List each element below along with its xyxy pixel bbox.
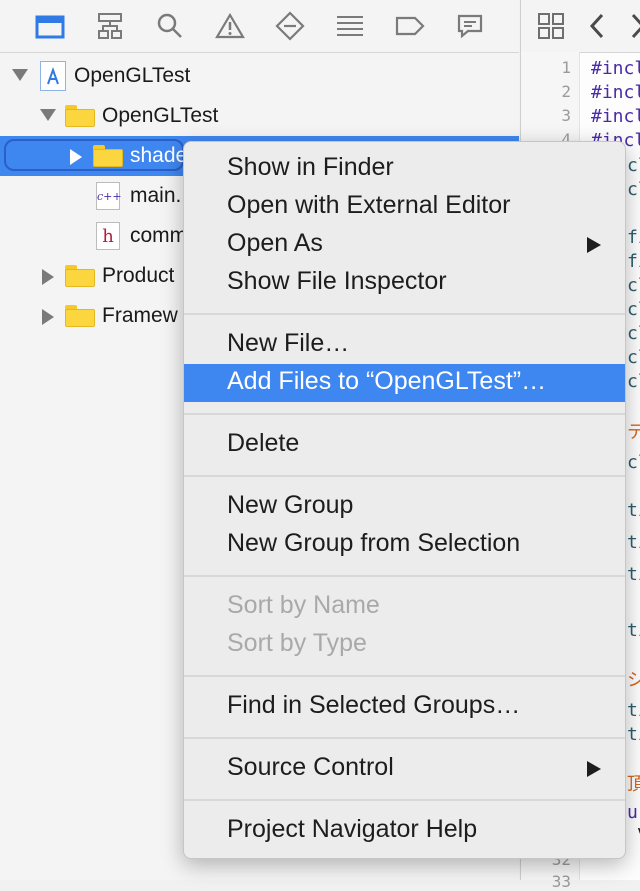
tree-row-group[interactable]: OpenGLTest: [0, 96, 519, 136]
menu-item-label: New Group: [227, 491, 354, 519]
list-icon[interactable]: [330, 6, 370, 46]
xcode-project-icon: [40, 61, 66, 91]
menu-item-open-as[interactable]: Open As: [184, 226, 625, 264]
folder-icon: [65, 305, 95, 327]
tree-row-project[interactable]: OpenGLTest: [0, 56, 519, 96]
line-number: 3: [561, 106, 571, 125]
menu-item-add-files[interactable]: Add Files to “OpenGLTest”…: [184, 364, 625, 402]
submenu-arrow-icon: [587, 761, 601, 777]
menu-separator: [184, 737, 625, 739]
code-text: cl: [627, 275, 640, 296]
code-text: cl: [627, 452, 640, 473]
folder-icon: [65, 105, 95, 127]
navigator-toolbar: [0, 0, 519, 53]
menu-item-delete[interactable]: Delete: [184, 426, 625, 464]
menu-separator: [184, 313, 625, 315]
code-text: cl: [627, 371, 640, 392]
editor-toolbar: [521, 0, 640, 53]
submenu-arrow-icon: [587, 237, 601, 253]
menu-separator: [184, 799, 625, 801]
menu-item-label: Open with External Editor: [227, 191, 511, 219]
code-text: cl: [627, 347, 640, 368]
menu-item-show-file-inspector[interactable]: Show File Inspector: [184, 264, 625, 302]
menu-item-sort-by-name: Sort by Name: [184, 588, 625, 626]
diamond-icon[interactable]: [270, 6, 310, 46]
code-comment: シ: [627, 670, 640, 691]
menu-item-label: Show File Inspector: [227, 267, 447, 295]
menu-separator: [184, 675, 625, 677]
menu-item-source-control[interactable]: Source Control: [184, 750, 625, 788]
menu-item-label: Show in Finder: [227, 153, 394, 181]
menu-item-label: Sort by Type: [227, 629, 367, 657]
line-number: 1: [561, 58, 571, 77]
code-text: cl: [627, 323, 640, 344]
code-text: #incl: [591, 82, 640, 103]
code-text: fi: [627, 227, 640, 248]
tree-row-label: comm: [130, 224, 188, 247]
menu-item-label: Delete: [227, 429, 300, 457]
tree-row-label: OpenGLTest: [74, 64, 191, 87]
disclosure-triangle-icon[interactable]: [40, 109, 56, 121]
code-text: ti: [627, 500, 640, 521]
menu-item-find-in-groups[interactable]: Find in Selected Groups…: [184, 688, 625, 726]
code-text: ti: [627, 620, 640, 641]
warning-icon[interactable]: [210, 6, 250, 46]
tree-row-label: main.: [130, 184, 182, 207]
code-comment: 頂: [627, 774, 640, 795]
forward-arrow-icon[interactable]: [631, 12, 640, 45]
tree-row-label: Product: [102, 264, 175, 287]
menu-separator: [184, 475, 625, 477]
menu-item-label: Project Navigator Help: [227, 815, 478, 843]
line-number: 2: [561, 82, 571, 101]
menu-item-navigator-help[interactable]: Project Navigator Help: [184, 812, 625, 850]
tag-icon[interactable]: [390, 6, 430, 46]
menu-item-label: Add Files to “OpenGLTest”…: [227, 367, 547, 395]
code-text: cl: [627, 155, 640, 176]
search-icon[interactable]: [150, 6, 190, 46]
menu-item-label: New Group from Selection: [227, 529, 521, 557]
header-file-icon: h: [96, 222, 120, 250]
tree-row-label: OpenGLTest: [102, 104, 219, 127]
code-text: ti: [627, 532, 640, 553]
code-text: ti: [627, 724, 640, 745]
line-number: 33: [551, 872, 571, 891]
menu-item-label: Source Control: [227, 753, 394, 781]
menu-item-label: New File…: [227, 329, 350, 357]
menu-item-new-group-from-selection[interactable]: New Group from Selection: [184, 526, 625, 564]
code-text: ti: [627, 700, 640, 721]
menu-separator: [184, 575, 625, 577]
code-text: #incl: [591, 58, 640, 79]
context-menu: Show in Finder Open with External Editor…: [183, 141, 626, 859]
menu-separator: [184, 413, 625, 415]
folder-icon: [65, 265, 95, 287]
menu-item-open-external-editor[interactable]: Open with External Editor: [184, 188, 625, 226]
disclosure-triangle-icon[interactable]: [42, 269, 54, 285]
disclosure-triangle-icon[interactable]: [12, 69, 28, 81]
tree-row-label: shade: [130, 144, 188, 167]
menu-item-label: Find in Selected Groups…: [227, 691, 521, 719]
menu-item-sort-by-type: Sort by Type: [184, 626, 625, 664]
code-comment: テ: [627, 422, 640, 443]
code-text: ti: [627, 564, 640, 585]
menu-item-new-group[interactable]: New Group: [184, 488, 625, 526]
back-arrow-icon[interactable]: [587, 12, 607, 45]
hierarchy-icon[interactable]: [90, 6, 130, 46]
tree-row-label: Framew: [102, 304, 178, 327]
code-text: cl: [627, 179, 640, 200]
menu-item-show-in-finder[interactable]: Show in Finder: [184, 150, 625, 188]
code-text: fi: [627, 251, 640, 272]
code-text: u: [627, 802, 638, 823]
cpp-file-icon: c++: [96, 182, 122, 210]
folder-icon: [93, 145, 123, 167]
menu-item-new-file[interactable]: New File…: [184, 326, 625, 364]
disclosure-triangle-icon[interactable]: [42, 309, 54, 325]
code-text: cl: [627, 299, 640, 320]
code-text: #incl: [591, 106, 640, 127]
chat-icon[interactable]: [450, 6, 490, 46]
grid-icon[interactable]: [537, 12, 565, 45]
menu-item-label: Sort by Name: [227, 591, 380, 619]
disclosure-triangle-icon[interactable]: [70, 149, 82, 165]
folder-icon[interactable]: [30, 6, 70, 46]
menu-item-label: Open As: [227, 229, 323, 257]
